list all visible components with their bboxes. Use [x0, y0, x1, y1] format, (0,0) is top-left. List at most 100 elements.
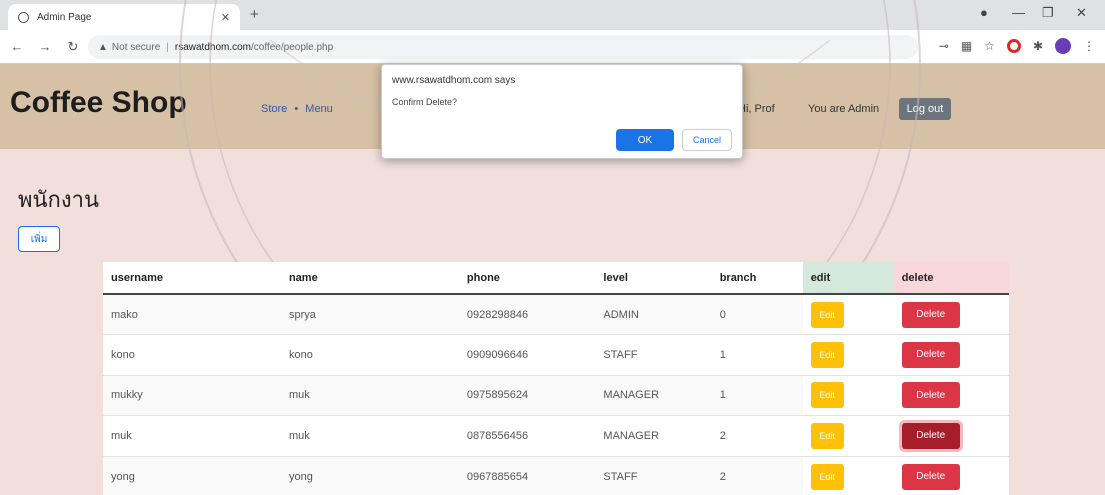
cell-delete: Delete [893, 374, 1009, 416]
address-separator: | [166, 41, 169, 53]
avatar[interactable] [1055, 38, 1071, 54]
page-title: พนักงาน [18, 187, 99, 212]
nav-dot: • [294, 103, 299, 115]
close-tab-icon[interactable]: ✕ [221, 11, 230, 24]
tab-title: Admin Page [37, 11, 92, 23]
cell-level: STAFF [595, 455, 712, 495]
header-level: level [595, 262, 712, 295]
cell-level: MANAGER [595, 374, 712, 416]
edit-button[interactable]: Edit [810, 463, 844, 490]
logout-button[interactable]: Log out [899, 98, 951, 120]
cell-phone: 0928298846 [458, 293, 596, 335]
address-domain: rsawatdhom.com [174, 41, 252, 53]
cell-branch: 2 [711, 455, 803, 495]
delete-button[interactable]: Delete [901, 463, 960, 490]
star-icon[interactable]: ☆ [984, 39, 995, 53]
cell-name: muk [280, 374, 459, 416]
employee-table: username name phone level branch edit de… [103, 262, 1009, 495]
edit-button[interactable]: Edit [810, 382, 844, 409]
delete-button[interactable]: Delete [901, 341, 960, 368]
cell-edit: Edit [802, 455, 894, 495]
cell-delete: Delete [893, 334, 1009, 375]
puzzle-icon[interactable]: ✱ [1033, 39, 1043, 53]
cell-level: MANAGER [595, 415, 712, 456]
reload-icon[interactable]: ↻ [62, 39, 84, 55]
cell-username: mukky [103, 374, 281, 416]
table-row: mako sprya 0928298846 ADMIN 0 Edit Delet… [103, 293, 1009, 335]
cell-edit: Edit [802, 293, 894, 335]
cell-phone: 0909096646 [458, 334, 596, 375]
opera-icon[interactable] [1006, 39, 1021, 53]
cell-level: STAFF [595, 334, 712, 375]
cancel-button[interactable]: Cancel [682, 129, 732, 151]
cell-username: muk [103, 415, 281, 456]
extension-bar: ⊸ ▦ ☆ ✱ ⋮ [939, 38, 1095, 54]
cell-level: ADMIN [595, 293, 712, 335]
cell-edit: Edit [802, 374, 894, 416]
cell-phone: 0975895624 [458, 374, 596, 416]
header-name: name [280, 262, 459, 295]
confirm-dialog: www.rsawatdhom.com says Confirm Delete? … [381, 64, 743, 159]
cell-phone: 0967885654 [458, 455, 596, 495]
cell-delete: Delete [893, 293, 1009, 335]
cell-branch: 2 [711, 415, 803, 456]
dialog-message: Confirm Delete? [392, 97, 458, 107]
header-phone: phone [458, 262, 596, 295]
user-role: You are Admin [808, 103, 880, 115]
ok-button[interactable]: OK [616, 129, 674, 151]
header-branch: branch [711, 262, 803, 295]
edit-button[interactable]: Edit [810, 301, 844, 328]
menu-icon[interactable]: ⋮ [1083, 39, 1095, 53]
cell-username: yong [103, 455, 281, 495]
cell-name: yong [280, 455, 459, 495]
maximize-icon[interactable]: ❐ [1042, 5, 1054, 21]
header-delete: delete [893, 262, 1009, 295]
brand-title[interactable]: Coffee Shop [10, 86, 187, 120]
table-row: mukky muk 0975895624 MANAGER 1 Edit Dele… [103, 374, 1009, 416]
browser-toolbar: ← → ↻ ▲ Not secure | rsawatdhom.com /cof… [0, 30, 1105, 64]
nav-link-menu[interactable]: Menu [305, 103, 333, 115]
add-employee-button[interactable]: เพิ่ม [18, 226, 60, 252]
dialog-title: www.rsawatdhom.com says [392, 75, 516, 86]
cell-branch: 0 [711, 293, 803, 335]
table-header-row: username name phone level branch edit de… [103, 262, 1009, 295]
header-edit: edit [802, 262, 894, 295]
address-bar[interactable]: ▲ Not secure | rsawatdhom.com /coffee/pe… [88, 35, 918, 59]
delete-button[interactable]: Delete [901, 301, 960, 328]
browser-tabbar: Admin Page ✕ + ● — ❐ ✕ [0, 0, 1105, 30]
table-row: yong yong 0967885654 STAFF 2 Edit Delete [103, 455, 1009, 495]
cell-username: kono [103, 334, 281, 375]
record-icon[interactable]: ● [980, 5, 988, 20]
translate-icon[interactable]: ▦ [961, 39, 972, 53]
cell-phone: 0878556456 [458, 415, 596, 456]
delete-button[interactable]: Delete [901, 382, 960, 409]
warning-icon: ▲ [98, 41, 108, 53]
cell-delete: Delete [893, 455, 1009, 495]
cell-name: kono [280, 334, 459, 375]
browser-tab[interactable]: Admin Page ✕ [8, 4, 240, 30]
cell-name: sprya [280, 293, 459, 335]
user-greeting: Hi, Prof [738, 103, 775, 115]
back-icon[interactable]: ← [6, 39, 28, 54]
table-row: muk muk 0878556456 MANAGER 2 Edit Delete [103, 415, 1009, 456]
globe-icon [18, 11, 29, 23]
address-path: /coffee/people.php [251, 41, 334, 53]
cell-name: muk [280, 415, 459, 456]
cell-edit: Edit [802, 415, 894, 456]
nav-links: Store • Menu [261, 103, 337, 115]
minimize-icon[interactable]: — [1012, 5, 1025, 20]
security-label: Not secure [111, 41, 161, 53]
cell-edit: Edit [802, 334, 894, 375]
edit-button[interactable]: Edit [810, 422, 844, 449]
delete-button[interactable]: Delete [901, 422, 960, 449]
new-tab-icon[interactable]: + [250, 6, 259, 23]
forward-icon[interactable]: → [34, 39, 56, 54]
nav-link-store[interactable]: Store [261, 103, 287, 115]
cell-delete: Delete [893, 415, 1009, 456]
edit-button[interactable]: Edit [810, 341, 844, 368]
close-window-icon[interactable]: ✕ [1076, 5, 1087, 21]
cell-branch: 1 [711, 374, 803, 416]
cell-branch: 1 [711, 334, 803, 375]
key-icon[interactable]: ⊸ [939, 39, 949, 53]
header-username: username [103, 262, 281, 295]
